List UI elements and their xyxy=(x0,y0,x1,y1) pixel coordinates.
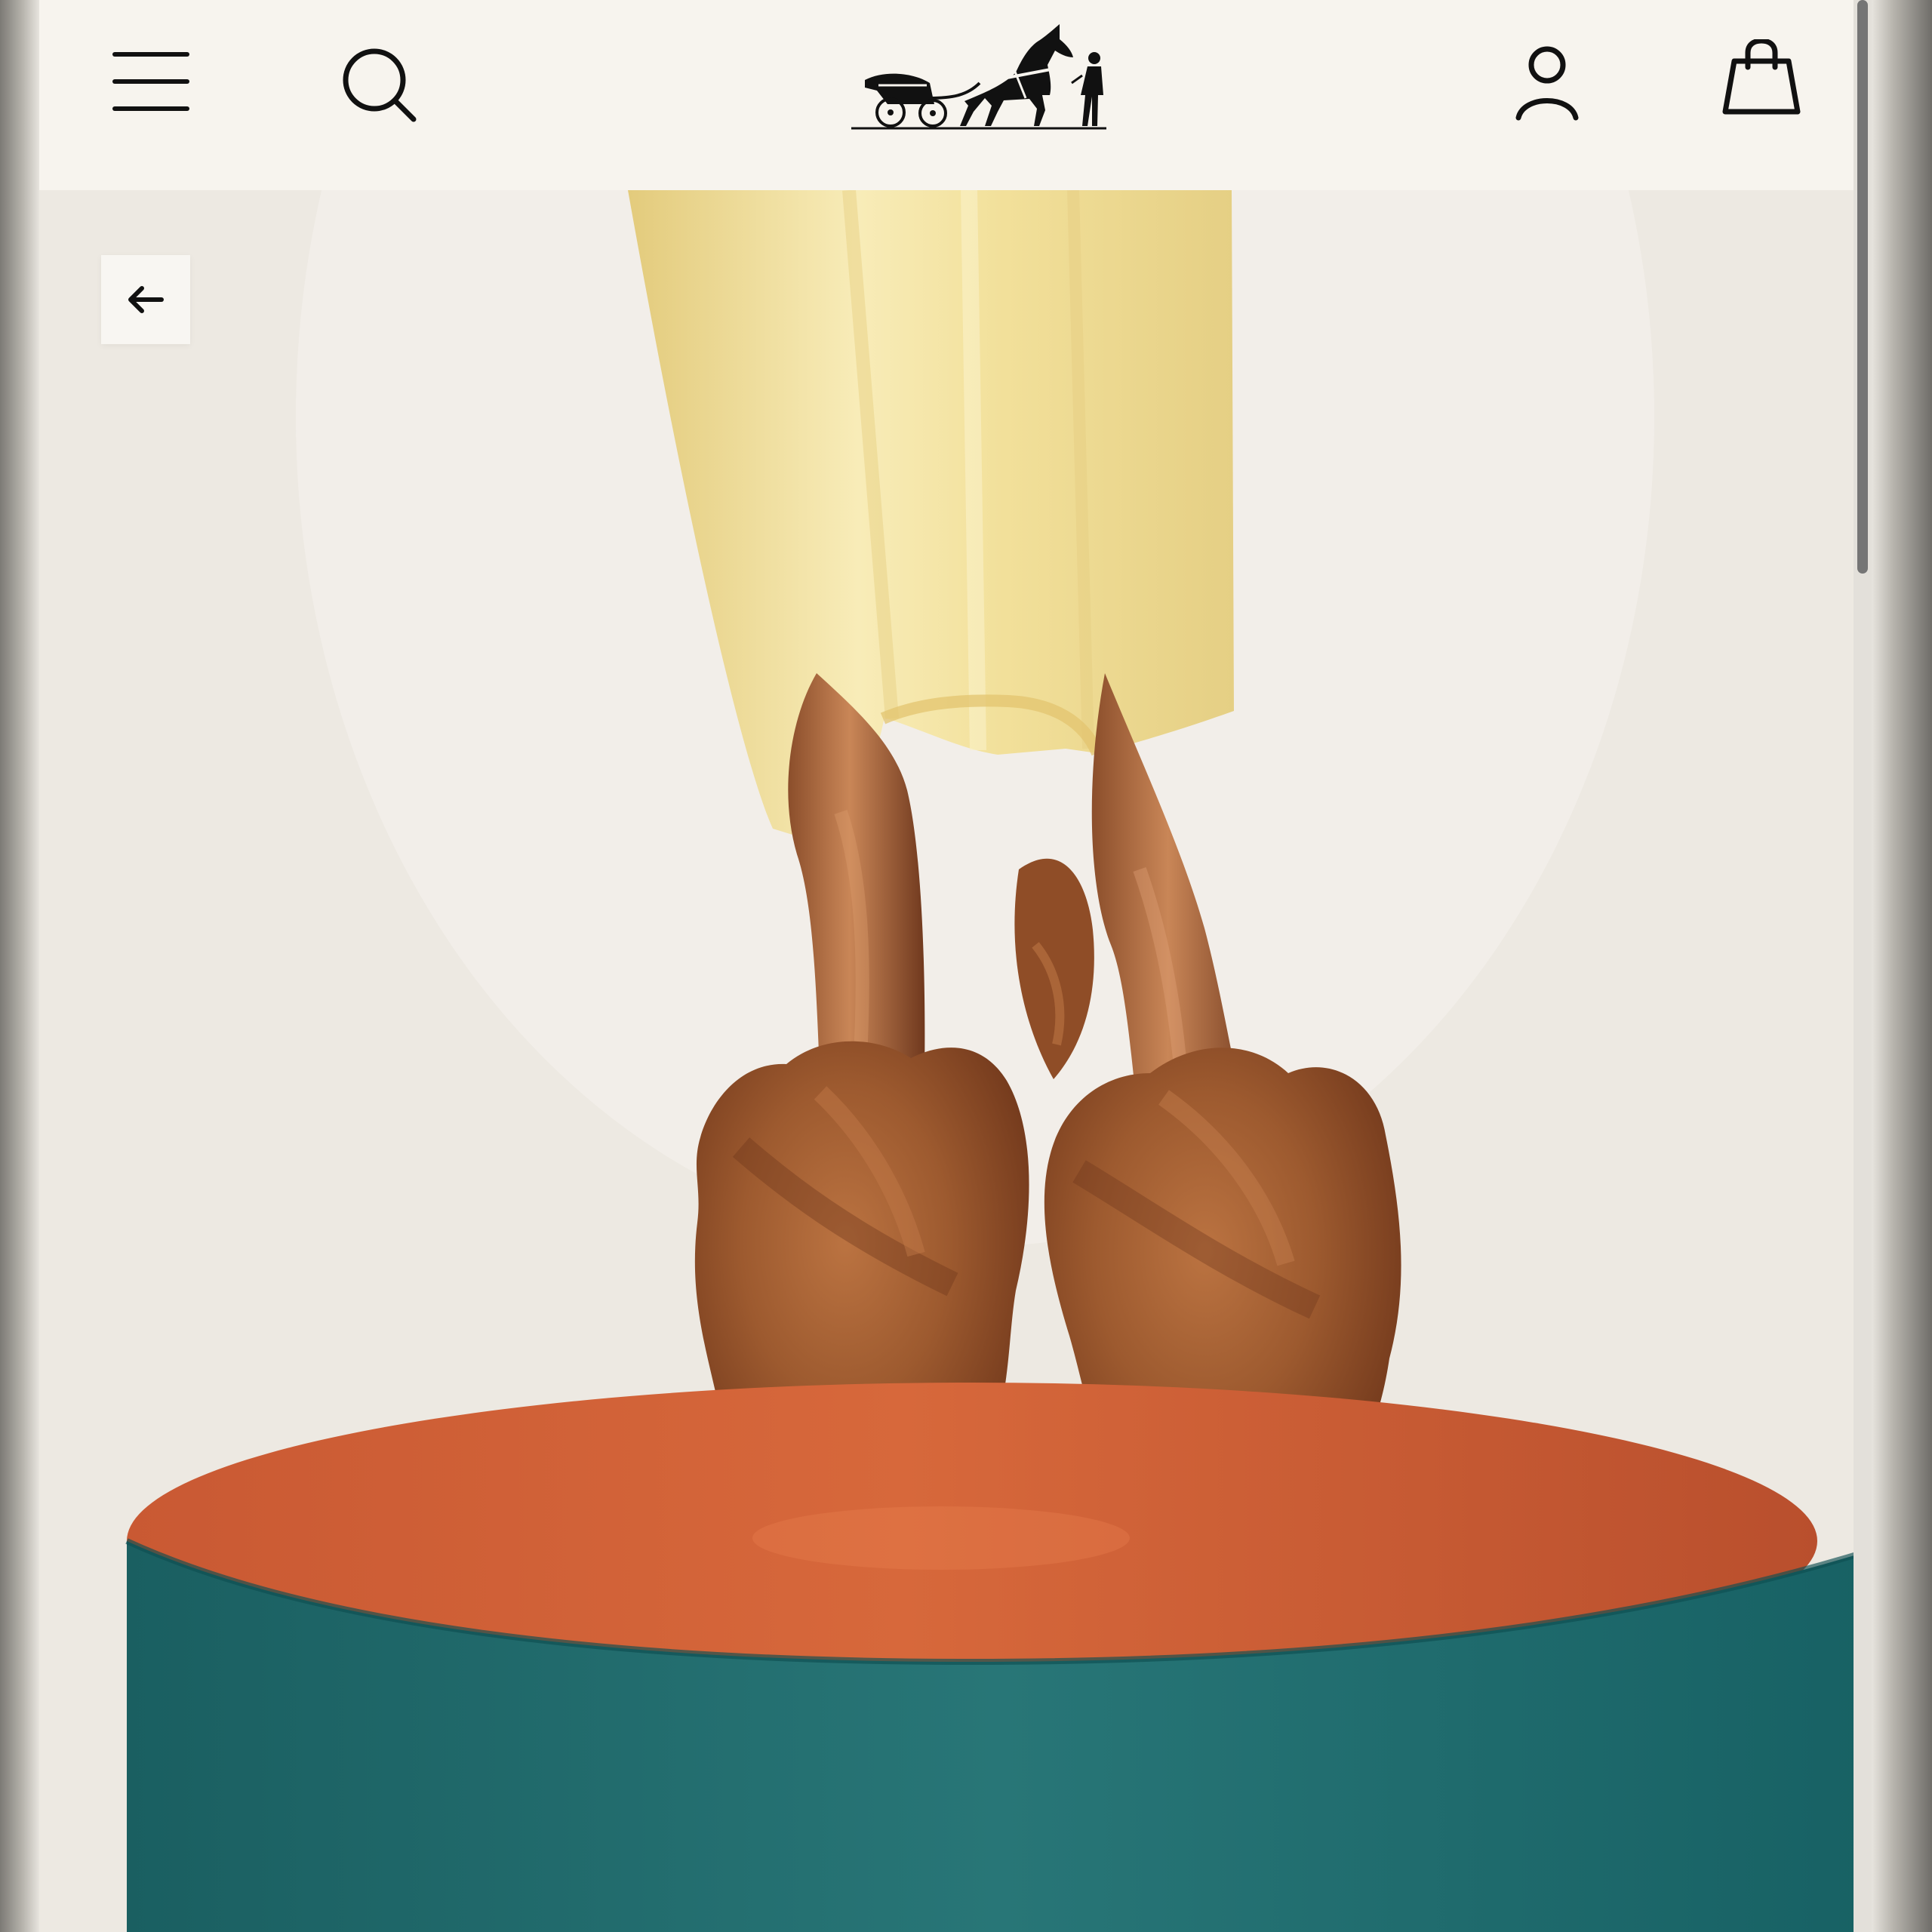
arrow-left-icon xyxy=(128,286,164,313)
mobile-screen xyxy=(39,0,1872,1932)
carriage-logo[interactable] xyxy=(851,17,1108,137)
scrollbar-thumb[interactable] xyxy=(1857,0,1868,574)
menu-icon[interactable] xyxy=(112,45,190,118)
account-icon[interactable] xyxy=(1511,44,1583,122)
back-button[interactable] xyxy=(101,255,190,344)
search-icon[interactable] xyxy=(340,45,418,124)
vertical-scrollbar[interactable] xyxy=(1854,0,1872,1932)
shopping-bag-icon[interactable] xyxy=(1719,39,1804,116)
fur-slides-scene xyxy=(39,190,1872,1932)
product-hero-image xyxy=(39,190,1872,1932)
top-navigation-bar xyxy=(39,0,1872,190)
device-frame xyxy=(0,0,1932,1932)
